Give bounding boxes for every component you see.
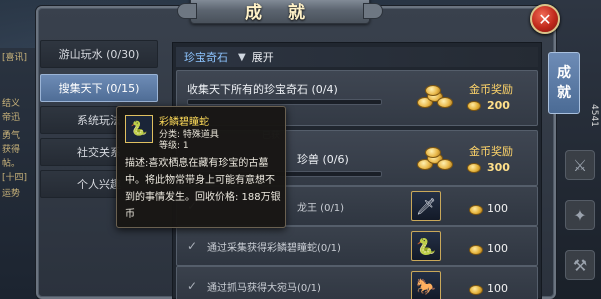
reward-value: 100 — [487, 242, 508, 255]
chat-line: 帝迅 — [2, 113, 21, 123]
hud-skill-icon[interactable]: ⚔ — [565, 150, 595, 180]
hud-number: 4541 — [589, 104, 599, 127]
tab-label: 搜集天下 (0/15) — [58, 82, 140, 95]
coin-icon — [469, 285, 483, 295]
tab-collect-world[interactable]: 搜集天下 (0/15) — [40, 74, 158, 102]
group-header-treasure[interactable]: 珍宝奇石 ▼ 展开 — [176, 47, 538, 67]
close-button[interactable]: ✕ — [530, 4, 560, 34]
achievement-label: 收集天下所有的珍宝奇石 (0/4) — [187, 83, 338, 96]
chat-line: 帖。 — [2, 159, 21, 169]
sub-achievement-label: 通过抓马获得大宛马(0/1) — [207, 283, 321, 294]
right-hud-strip: 4541 ⚔ ✦ ⚒ — [553, 0, 601, 299]
tab-sightseeing[interactable]: 游山玩水 (0/30) — [40, 40, 158, 68]
snake-item-icon[interactable]: 🐍 — [411, 231, 441, 261]
reward-value: 200 — [487, 99, 510, 112]
coin-pile-icon — [417, 83, 455, 113]
sub-achievement-label: 龙王 (0/1) — [297, 203, 345, 214]
sub-achievement-label: 通过采集获得彩鳞碧瞳蛇(0/1) — [207, 243, 341, 254]
panel-title: 成 就 — [245, 2, 315, 23]
sub-achievement-row[interactable]: ✓ 通过采集获得彩鳞碧瞳蛇(0/1) 🐍 100 — [176, 226, 538, 266]
reward-title: 金币奖励 — [469, 145, 513, 158]
chat-line: 结义 — [2, 99, 21, 109]
reward-value: 100 — [487, 202, 508, 215]
item-tooltip: 🐍 彩鳞碧瞳蛇 分类: 特殊道具 等级: 1 描述:喜欢栖息在藏有珍宝的古墓中。… — [116, 106, 286, 228]
sub-achievement-row[interactable]: ✓ 通过抓马获得大宛马(0/1) 🐎 100 — [176, 266, 538, 299]
close-icon: ✕ — [538, 9, 552, 29]
coin-icon — [467, 163, 481, 173]
expand-label: 展开 — [251, 51, 274, 64]
side-tab-achievement[interactable]: 成 就 — [548, 52, 580, 114]
tab-label: 系统玩法 — [77, 114, 121, 127]
group-title: 珍宝奇石 — [184, 51, 228, 64]
chat-log-strip: [喜讯] 结义 帝迅 勇气 获得 帖。 [十四] 运势 — [0, 48, 38, 299]
checkmark-icon: ✓ — [186, 239, 198, 253]
chat-line: 获得 — [2, 145, 21, 155]
hud-skill-icon[interactable]: ✦ — [565, 200, 595, 230]
tab-label: 游山玩水 (0/30) — [58, 48, 140, 61]
dragon-item-icon[interactable]: 🗡 — [411, 191, 441, 221]
snake-item-icon: 🐍 — [125, 115, 153, 143]
chat-line: 运势 — [2, 189, 21, 199]
chat-line: [十四] — [2, 173, 28, 183]
chat-line: 勇气 — [2, 131, 21, 141]
tooltip-level: 等级: 1 — [159, 141, 189, 151]
horse-item-icon[interactable]: 🐎 — [411, 271, 441, 299]
coin-icon — [467, 101, 481, 111]
hud-skill-icon[interactable]: ⚒ — [565, 250, 595, 280]
achievement-progress-bar — [187, 99, 382, 105]
chevron-down-icon: ▼ — [238, 51, 246, 63]
coin-pile-icon — [417, 145, 455, 175]
coin-icon — [469, 245, 483, 255]
reward-value: 300 — [487, 161, 510, 174]
coin-icon — [469, 205, 483, 215]
tooltip-item-name: 彩鳞碧瞳蛇 — [159, 117, 209, 128]
side-tab-label-bottom: 就 — [557, 85, 571, 101]
reward-title: 金币奖励 — [469, 83, 513, 96]
chat-line: [喜讯] — [2, 53, 28, 63]
tab-label: 个人兴趣 — [77, 178, 121, 191]
panel-title-banner: 成 就 — [177, 0, 383, 24]
side-tab-label-top: 成 — [557, 65, 571, 81]
tooltip-description: 描述:喜欢栖息在藏有珍宝的古墓中。将此物常带身上可能有意想不到的事情发生。回收价… — [125, 158, 281, 220]
reward-value: 100 — [487, 282, 508, 295]
achievement-label: 珍兽 (0/6) — [297, 153, 349, 166]
checkmark-icon: ✓ — [186, 279, 198, 293]
tab-label: 社交关系 — [77, 146, 121, 159]
